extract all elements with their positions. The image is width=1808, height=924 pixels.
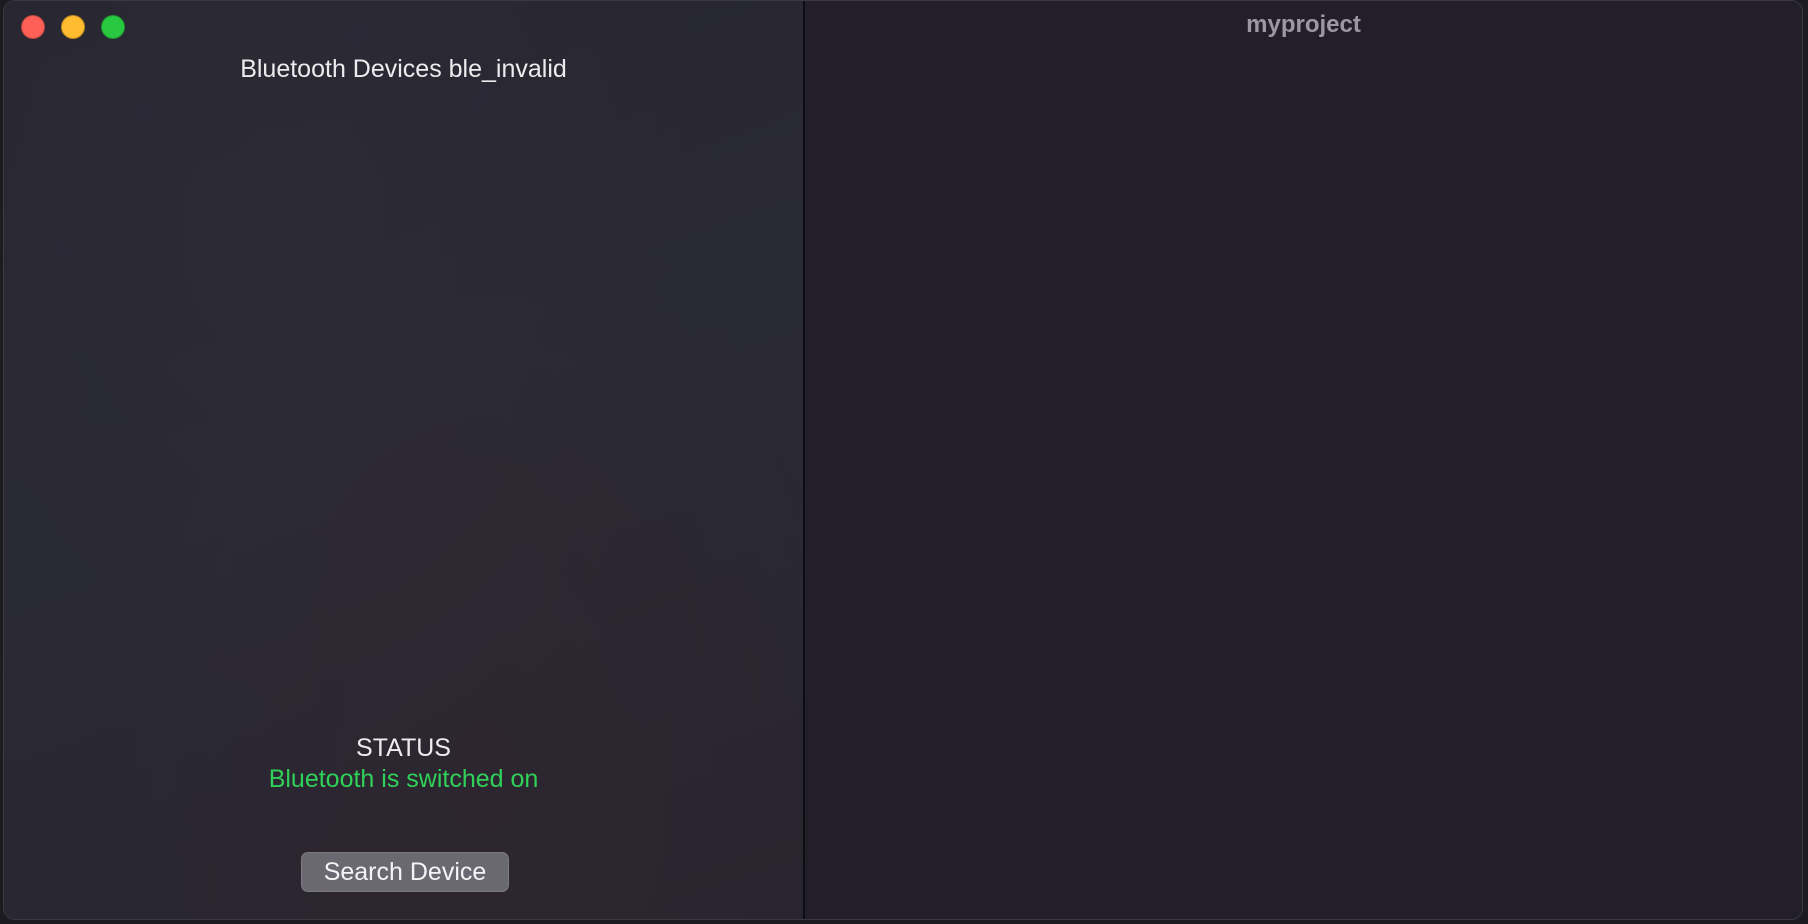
window-title: myproject	[1246, 11, 1361, 38]
close-window-button[interactable]	[21, 15, 45, 39]
status-label: STATUS	[356, 734, 451, 762]
bluetooth-status-text: Bluetooth is switched on	[268, 765, 539, 793]
devices-heading: Bluetooth Devices ble_invalid	[240, 55, 567, 83]
app-window: Bluetooth Devices ble_invalid STATUS Blu…	[3, 0, 1803, 920]
maximize-window-button[interactable]	[101, 15, 125, 39]
minimize-window-button[interactable]	[61, 15, 85, 39]
search-device-button[interactable]: Search Device	[301, 852, 509, 892]
sidebar-panel: Bluetooth Devices ble_invalid STATUS Blu…	[4, 1, 803, 919]
window-controls	[21, 15, 125, 39]
detail-panel: myproject	[805, 1, 1802, 919]
